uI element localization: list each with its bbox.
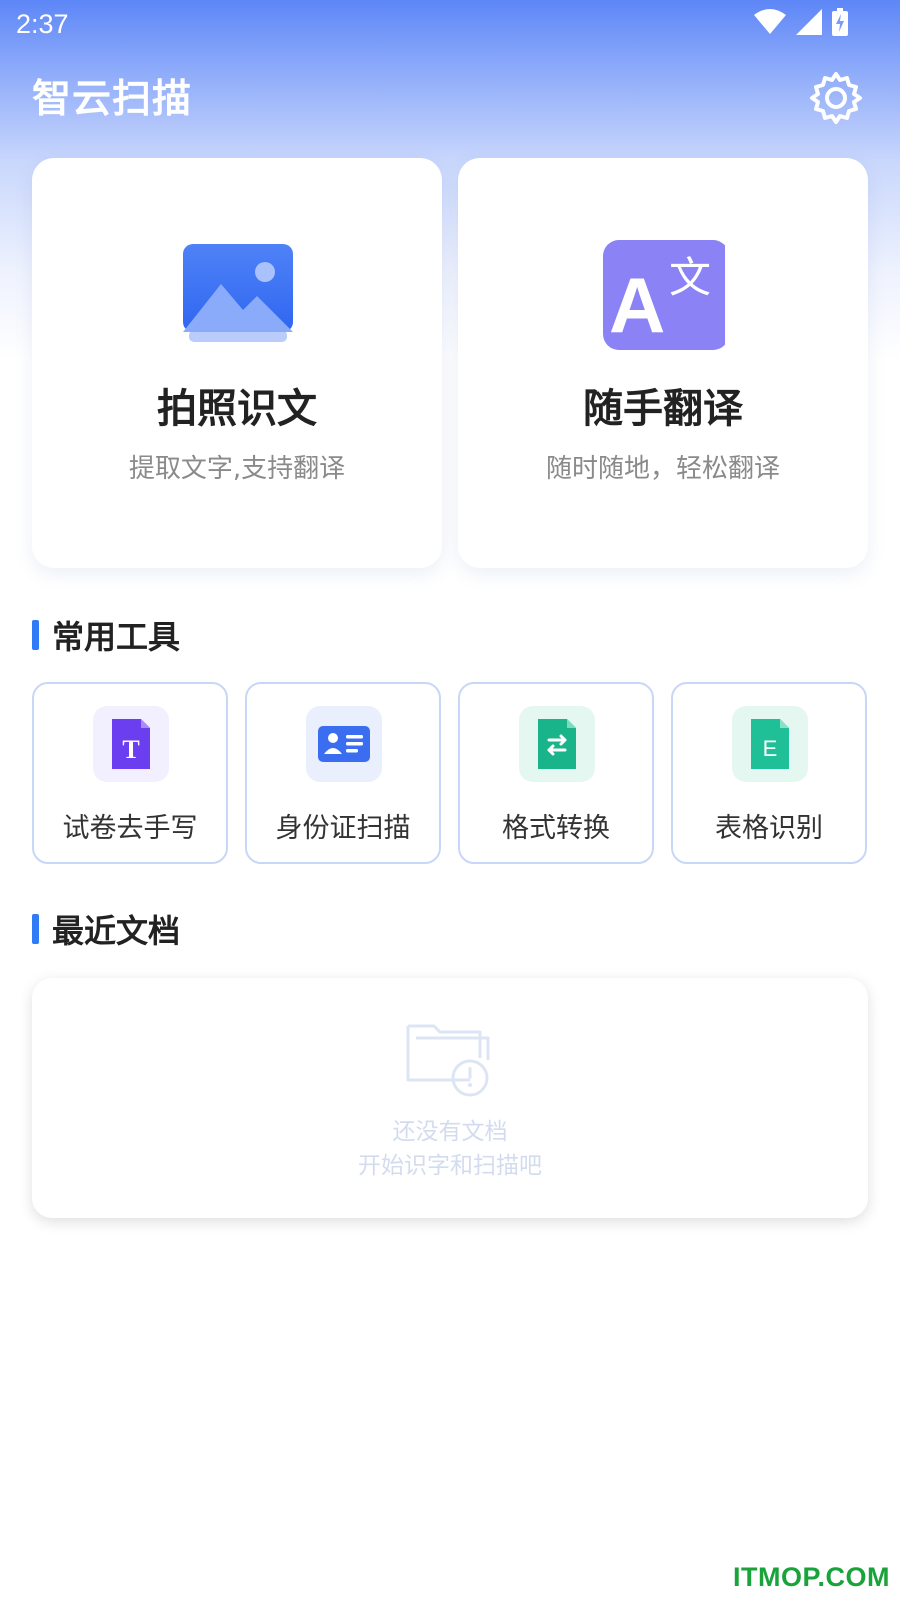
translate-title: 随手翻译 bbox=[583, 386, 743, 432]
photo-ocr-card[interactable]: 拍照识文 提取文字,支持翻译 bbox=[32, 158, 442, 568]
status-bar: 2:37 bbox=[0, 0, 900, 50]
translate-icon-char: 文 bbox=[669, 253, 711, 302]
cellular-signal-icon bbox=[796, 9, 822, 35]
empty-state-hint: 开始识字和扫描吧 bbox=[358, 1153, 542, 1179]
section-accent-bar bbox=[32, 620, 39, 650]
status-icons bbox=[754, 8, 848, 36]
tools-section-header: 常用工具 bbox=[32, 612, 180, 658]
tool-label: 格式转换 bbox=[502, 813, 610, 844]
tool-icon-bg bbox=[306, 706, 382, 782]
recent-docs-section-header: 最近文档 bbox=[32, 906, 180, 952]
empty-folder-icon bbox=[406, 1024, 490, 1097]
empty-state-title: 还没有文档 bbox=[392, 1119, 508, 1145]
tool-label: 表格识别 bbox=[715, 813, 823, 844]
tool-icon-bg: E bbox=[732, 706, 808, 782]
tool-label: 试卷去手写 bbox=[62, 813, 198, 844]
tool-format-convert[interactable]: 格式转换 bbox=[458, 682, 654, 864]
tool-table-recognition[interactable]: E 表格识别 bbox=[671, 682, 867, 864]
excel-doc-glyph: E bbox=[763, 736, 778, 761]
site-watermark: ITMOP.COM bbox=[732, 1562, 890, 1592]
wifi-icon bbox=[754, 9, 786, 34]
excel-document-icon: E bbox=[751, 719, 789, 769]
translate-icon: A 文 bbox=[603, 240, 725, 350]
tools-grid: T 试卷去手写 身份证扫描 格式转换 E 表格识别 bbox=[32, 682, 868, 864]
recent-docs-card: 还没有文档 开始识字和扫描吧 bbox=[32, 978, 868, 1218]
gear-icon bbox=[810, 72, 862, 124]
settings-button[interactable] bbox=[808, 70, 864, 126]
photo-ocr-subtitle: 提取文字,支持翻译 bbox=[128, 454, 346, 484]
tool-label: 身份证扫描 bbox=[275, 813, 411, 844]
recent-docs-section-title: 最近文档 bbox=[52, 912, 181, 950]
status-time: 2:37 bbox=[16, 9, 69, 39]
tool-id-card-scan[interactable]: 身份证扫描 bbox=[245, 682, 441, 864]
battery-charging-icon bbox=[832, 8, 848, 36]
format-convert-icon bbox=[538, 719, 576, 769]
id-card-icon bbox=[318, 726, 370, 762]
photo-image-icon bbox=[183, 244, 293, 342]
tool-icon-bg bbox=[519, 706, 595, 782]
tools-section-title: 常用工具 bbox=[52, 618, 181, 656]
section-accent-bar bbox=[32, 914, 39, 944]
text-document-icon: T bbox=[112, 719, 150, 769]
text-doc-glyph: T bbox=[122, 735, 139, 764]
translate-subtitle: 随时随地，轻松翻译 bbox=[545, 454, 780, 484]
app-title: 智云扫描 bbox=[32, 77, 193, 122]
photo-ocr-title: 拍照识文 bbox=[157, 386, 317, 432]
translate-icon-letter: A bbox=[609, 261, 665, 349]
tool-remove-handwriting[interactable]: T 试卷去手写 bbox=[32, 682, 228, 864]
translate-card[interactable]: A 文 随手翻译 随时随地，轻松翻译 bbox=[458, 158, 868, 568]
tool-icon-bg: T bbox=[93, 706, 169, 782]
